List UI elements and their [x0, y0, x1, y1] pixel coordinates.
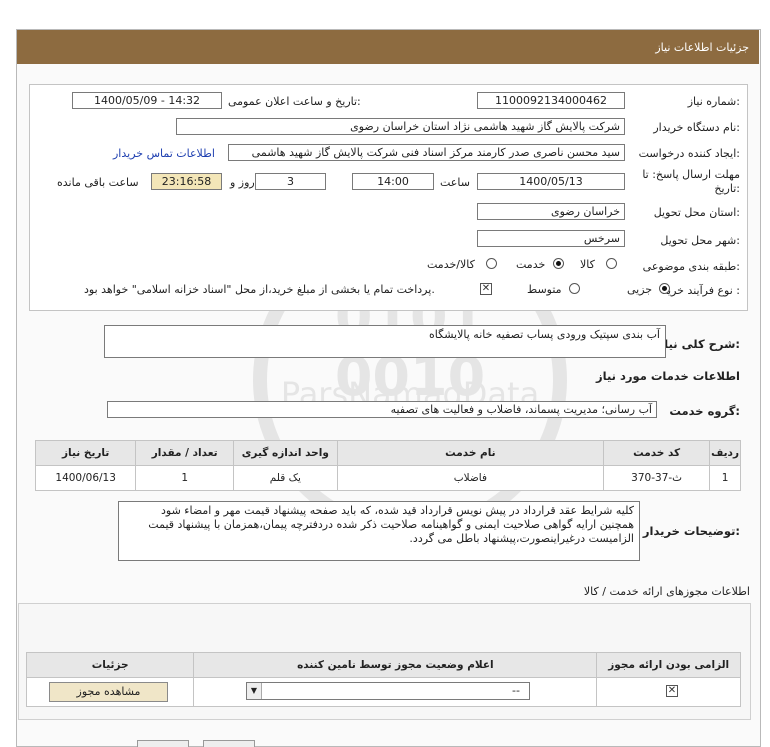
- need-number-field[interactable]: 1100092134000462: [477, 92, 625, 109]
- category-radio-goods[interactable]: [606, 258, 617, 269]
- buyer-notes-field[interactable]: کلیه شرایط عقد قرارداد در پیش نویس قرارد…: [118, 501, 640, 561]
- deadline-label-text: مهلت ارسال پاسخ: تا تاریخ:: [642, 168, 740, 195]
- permits-table-header: الزامی بودن ارائه مجوز اعلام وضعیت مجوز …: [25, 652, 741, 678]
- deadline-date-field[interactable]: 1400/05/13: [477, 173, 625, 190]
- permit-status-value: --: [512, 684, 520, 697]
- province-label: استان محل تحویل:: [653, 206, 740, 219]
- col-service-name: نام خدمت: [336, 440, 605, 466]
- title-bar: جزئیات اطلاعات نیاز: [17, 30, 759, 64]
- deadline-time-field[interactable]: 14:00: [352, 173, 434, 190]
- treasury-checkbox[interactable]: ✕: [480, 283, 492, 295]
- page-title: جزئیات اطلاعات نیاز: [655, 41, 749, 54]
- cell-service-name: فاضلاب: [336, 465, 605, 491]
- buyer-org-field[interactable]: شرکت پالایش گاز شهید هاشمی نژاد استان خر…: [176, 118, 625, 135]
- need-number-label: شماره نیاز:: [687, 95, 740, 108]
- deadline-label: مهلت ارسال پاسخ: تا تاریخ:: [640, 168, 740, 196]
- remaining-time-field: 23:16:58: [151, 173, 222, 190]
- announce-field[interactable]: 1400/05/09 - 14:32: [72, 92, 222, 109]
- col-quantity: تعداد / مقدار: [135, 440, 235, 466]
- table-row[interactable]: 1 ث-37-370 فاضلاب یک قلم 1 1400/06/13: [34, 465, 741, 491]
- process-radio-minor[interactable]: [659, 283, 670, 294]
- process-label: نوع فرآیند خرید :: [662, 284, 740, 297]
- permit-required-checkbox: ✕: [666, 685, 678, 697]
- col-unit: واحد اندازه گیری: [233, 440, 338, 466]
- cell-row-number: 1: [709, 465, 741, 491]
- buyer-notes-label: توضیحات خریدار:: [642, 524, 740, 538]
- days-field[interactable]: 3: [255, 173, 326, 190]
- process-radio-medium[interactable]: [569, 283, 580, 294]
- bottom-button-2[interactable]: [203, 740, 255, 747]
- service-group-label: گروه خدمت:: [669, 404, 740, 418]
- category-option-service: خدمت: [516, 258, 546, 271]
- time-label: ساعت: [440, 176, 470, 189]
- permit-status-select[interactable]: ▼ --: [246, 682, 530, 700]
- summary-field[interactable]: آب بندی سپتیک ورودی پساب تصفیه خانه پالا…: [104, 325, 666, 358]
- payment-note: پرداخت تمام یا بخشی از مبلغ خرید،از محل …: [84, 283, 435, 296]
- requester-field[interactable]: سید محسن ناصری صدر کارمند مرکز اسناد فنی…: [228, 144, 625, 161]
- remaining-label: ساعت باقی مانده: [57, 176, 139, 189]
- category-option-goods: کالا: [580, 258, 595, 271]
- col-permit-details: جزئیات: [25, 652, 195, 678]
- process-option-medium: متوسط: [527, 283, 562, 296]
- col-permit-required: الزامی بودن ارائه مجوز: [596, 652, 741, 678]
- col-row-number: ردیف: [709, 440, 741, 466]
- chevron-down-icon: ▼: [247, 683, 262, 699]
- cell-quantity: 1: [135, 465, 235, 491]
- col-service-code: کد خدمت: [603, 440, 711, 466]
- category-label: طبقه بندی موضوعی:: [642, 260, 740, 273]
- days-label: روز و: [230, 176, 255, 189]
- services-table-header: ردیف کد خدمت نام خدمت واحد اندازه گیری ت…: [34, 440, 741, 466]
- category-radio-goods-service[interactable]: [486, 258, 497, 269]
- permits-section-title: اطلاعات مجوزهای ارائه خدمت / کالا: [583, 585, 750, 598]
- services-section-title: اطلاعات خدمات مورد نیاز: [596, 369, 740, 383]
- view-permit-button[interactable]: مشاهده مجوز: [49, 682, 168, 702]
- process-option-minor: جزیی: [627, 283, 653, 296]
- summary-label: شرح کلی نیاز:: [657, 337, 740, 351]
- service-group-field[interactable]: آب رسانی؛ مدیریت پسماند، فاضلاب و فعالیت…: [107, 401, 657, 418]
- requester-label: ایجاد کننده درخواست:: [638, 147, 740, 160]
- bottom-button-1[interactable]: [137, 740, 189, 747]
- col-need-date: تاریخ نیاز: [34, 440, 137, 466]
- category-radio-service[interactable]: [553, 258, 564, 269]
- province-field[interactable]: خراسان رضوی: [477, 203, 625, 220]
- cell-unit: یک قلم: [233, 465, 338, 491]
- city-field[interactable]: سرخس: [477, 230, 625, 247]
- col-permit-status: اعلام وضعیت مجوز توسط نامین کننده: [193, 652, 598, 678]
- announce-label: تاریخ و ساعت اعلان عمومی:: [228, 95, 361, 108]
- cell-need-date: 1400/06/13: [34, 465, 137, 491]
- contact-buyer-link[interactable]: اطلاعات تماس خریدار: [113, 147, 215, 160]
- buyer-org-label: نام دستگاه خریدار:: [653, 121, 740, 134]
- city-label: شهر محل تحویل:: [660, 234, 740, 247]
- category-option-goods-service: کالا/خدمت: [427, 258, 475, 271]
- services-table: ردیف کد خدمت نام خدمت واحد اندازه گیری ت…: [34, 440, 741, 491]
- cell-service-code: ث-37-370: [603, 465, 711, 491]
